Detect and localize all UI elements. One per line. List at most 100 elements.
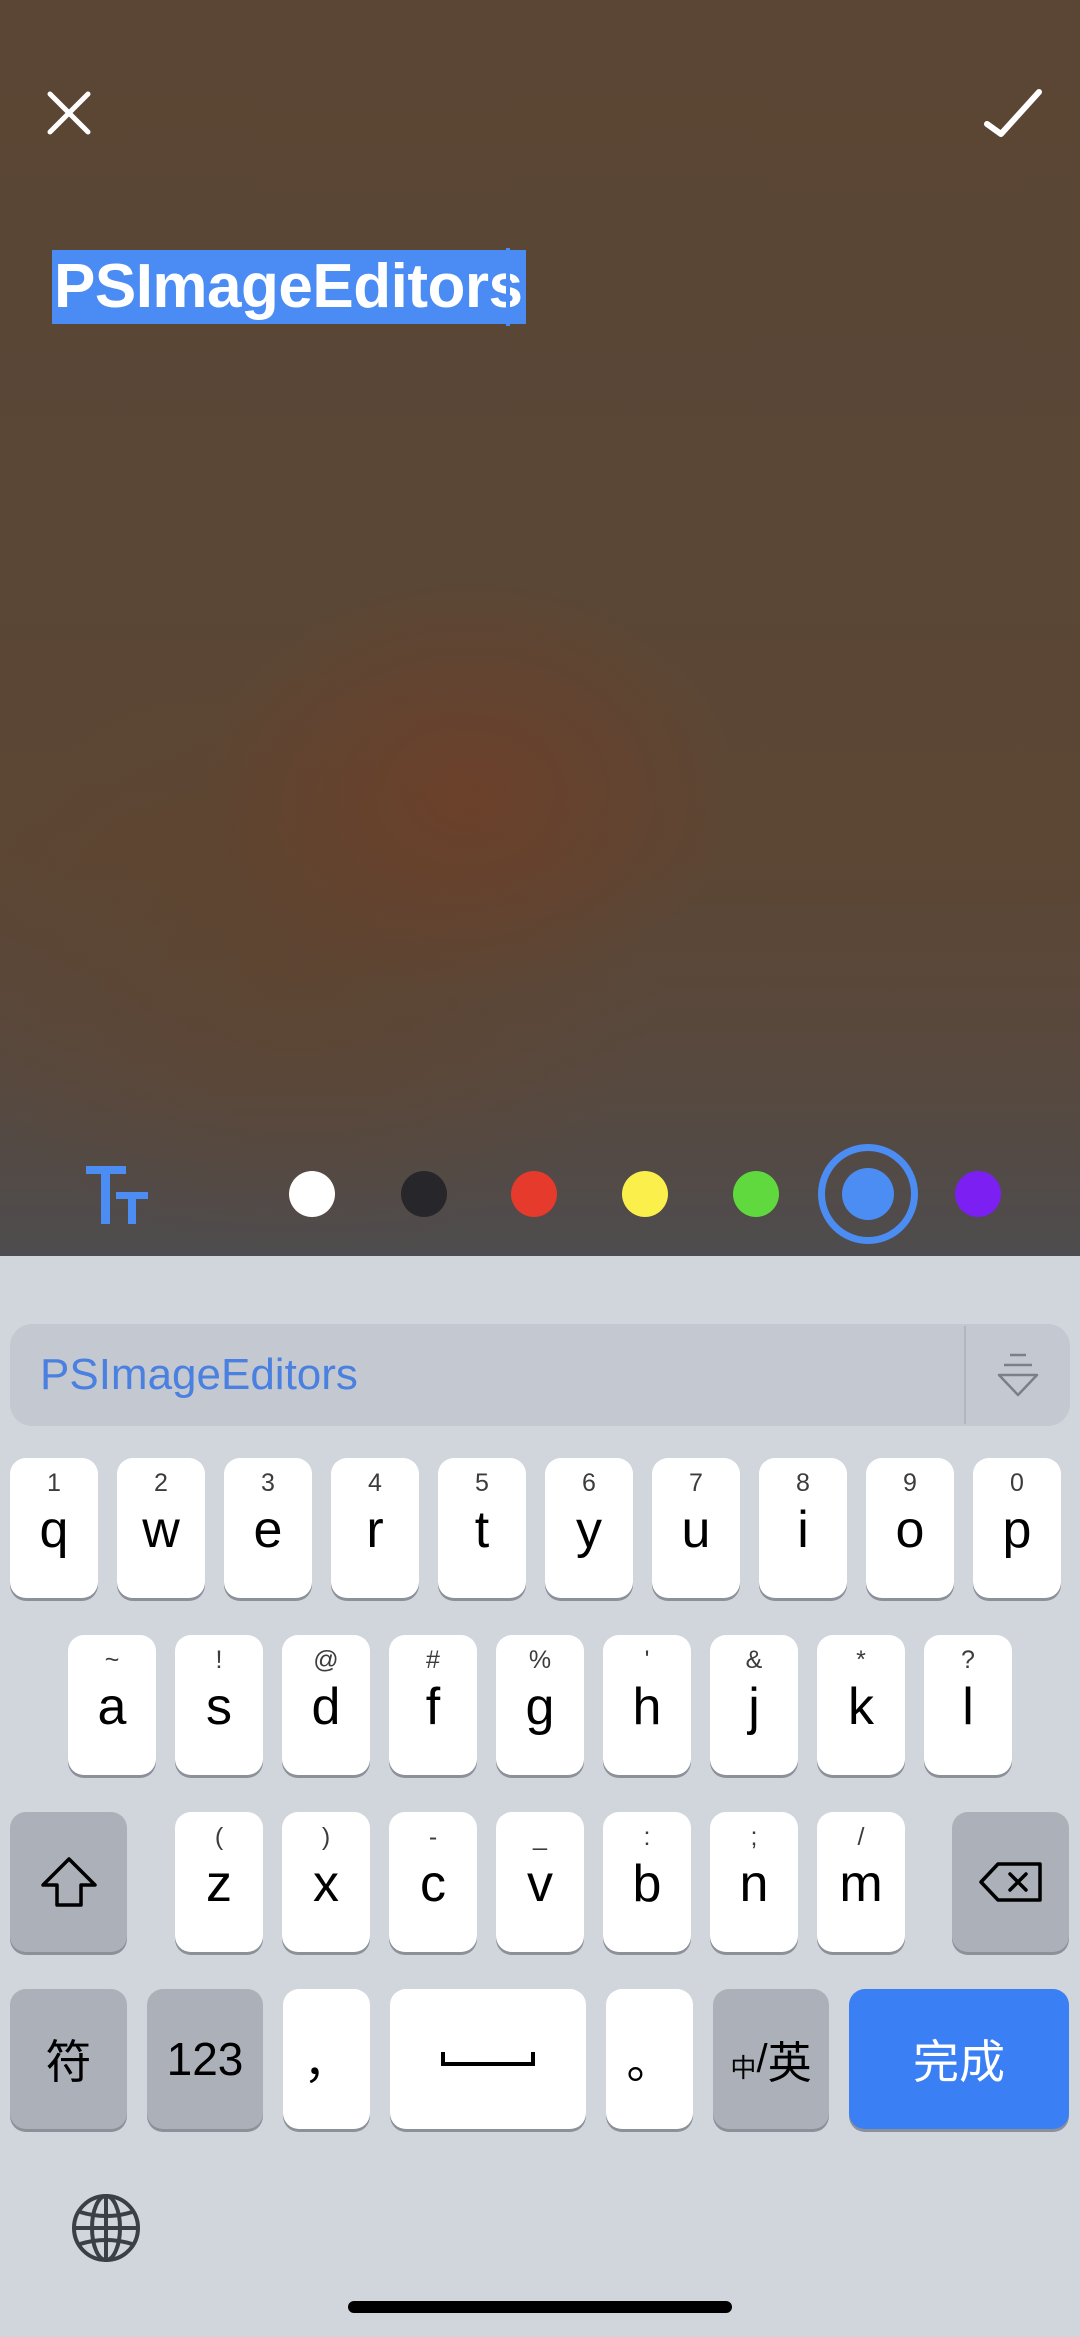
- key-i[interactable]: 8i: [759, 1458, 847, 1598]
- key-label: a: [97, 1678, 127, 1736]
- key-e[interactable]: 3e: [224, 1458, 312, 1598]
- color-yellow[interactable]: [622, 1171, 668, 1217]
- key-p[interactable]: 0p: [973, 1458, 1061, 1598]
- key-v[interactable]: _ v: [496, 1812, 584, 1952]
- caption-text[interactable]: PSImageEditors: [52, 250, 527, 324]
- key-hint: 1: [47, 1469, 61, 1497]
- key-hint: %: [528, 1646, 552, 1674]
- key-hint: #: [426, 1646, 440, 1674]
- key-l[interactable]: ? l: [924, 1635, 1012, 1775]
- key-f[interactable]: # f: [389, 1635, 477, 1775]
- shift-key[interactable]: [10, 1812, 127, 1952]
- key-label: e: [253, 1501, 283, 1559]
- key-hint: /: [857, 1823, 865, 1851]
- key-n[interactable]: ; n: [710, 1812, 798, 1952]
- color-white[interactable]: [289, 1171, 335, 1217]
- key-m[interactable]: / m: [817, 1812, 905, 1952]
- key-k[interactable]: * k: [817, 1635, 905, 1775]
- key-a[interactable]: ~ a: [68, 1635, 156, 1775]
- collapse-keyboard-button[interactable]: [966, 1324, 1070, 1426]
- text-cursor: [506, 248, 510, 326]
- key-label: f: [425, 1678, 441, 1736]
- backspace-key[interactable]: [952, 1812, 1069, 1952]
- backspace-icon: [978, 1862, 1042, 1902]
- key-hint: 5: [475, 1469, 489, 1497]
- suggestion-bar: PSImageEditors: [10, 1324, 1070, 1426]
- key-h[interactable]: ' h: [603, 1635, 691, 1775]
- done-key[interactable]: 完成: [849, 1989, 1069, 2129]
- comma-label: ，: [303, 2036, 350, 2088]
- chevron-down-icon: [997, 1353, 1039, 1397]
- color-blue-selected[interactable]: [818, 1144, 918, 1244]
- key-s[interactable]: ! s: [175, 1635, 263, 1775]
- key-label: v: [527, 1855, 553, 1913]
- checkmark-icon: [984, 89, 1042, 137]
- key-label: i: [797, 1501, 809, 1559]
- key-label: k: [848, 1678, 874, 1736]
- key-hint: ?: [961, 1646, 975, 1674]
- key-t[interactable]: 5t: [438, 1458, 526, 1598]
- key-label: o: [895, 1501, 925, 1559]
- key-label: r: [366, 1501, 384, 1559]
- key-c[interactable]: -c: [389, 1812, 477, 1952]
- key-label: q: [39, 1501, 69, 1559]
- text-size-button[interactable]: [82, 1162, 154, 1228]
- color-red[interactable]: [511, 1171, 557, 1217]
- key-g[interactable]: % g: [496, 1635, 584, 1775]
- key-hint: @: [313, 1646, 339, 1674]
- period-key[interactable]: 。: [606, 1989, 693, 2129]
- key-hint: 0: [1010, 1469, 1024, 1497]
- key-hint: !: [215, 1646, 223, 1674]
- key-y[interactable]: 6y: [545, 1458, 633, 1598]
- key-label: y: [576, 1501, 602, 1559]
- lang-small-label: 中: [730, 2052, 757, 2083]
- key-label: t: [474, 1501, 490, 1559]
- key-b[interactable]: :b: [603, 1812, 691, 1952]
- key-hint: 9: [903, 1469, 917, 1497]
- key-q[interactable]: 1q: [10, 1458, 98, 1598]
- key-label: z: [206, 1855, 232, 1913]
- keyboard: PSImageEditors 1q2w3e4r5t6y7u8i9o0p ~ a! s…: [0, 1256, 1080, 2337]
- key-hint: ;: [750, 1823, 758, 1851]
- key-hint: 2: [154, 1469, 168, 1497]
- color-purple[interactable]: [955, 1171, 1001, 1217]
- key-hint: (: [214, 1823, 224, 1851]
- key-hint: &: [745, 1646, 763, 1674]
- key-w[interactable]: 2w: [117, 1458, 205, 1598]
- space-key[interactable]: [390, 1989, 586, 2129]
- suggestion-candidate[interactable]: PSImageEditors: [40, 1324, 358, 1426]
- key-z[interactable]: (z: [175, 1812, 263, 1952]
- key-label: p: [1002, 1501, 1032, 1559]
- language-switch-key[interactable]: 中 / 英: [713, 1989, 829, 2129]
- key-j[interactable]: & j: [710, 1635, 798, 1775]
- key-label: h: [632, 1678, 662, 1736]
- close-button[interactable]: [24, 68, 114, 158]
- close-icon: [47, 91, 91, 135]
- key-u[interactable]: 7u: [652, 1458, 740, 1598]
- key-label: w: [142, 1501, 180, 1559]
- period-label: 。: [626, 2036, 673, 2088]
- color-black[interactable]: [401, 1171, 447, 1217]
- symbols-key[interactable]: 符: [10, 1989, 127, 2129]
- key-label: l: [962, 1678, 974, 1736]
- lang-slash-label: /: [756, 2036, 768, 2081]
- comma-key[interactable]: ，: [283, 1989, 370, 2129]
- key-hint: *: [856, 1646, 866, 1674]
- numbers-key[interactable]: 123: [147, 1989, 263, 2129]
- key-hint: -: [428, 1823, 438, 1851]
- key-hint: ): [321, 1823, 331, 1851]
- confirm-button[interactable]: [968, 68, 1058, 158]
- lang-large-label: 英: [767, 2039, 812, 2088]
- globe-button[interactable]: [70, 2192, 142, 2264]
- key-label: c: [420, 1855, 446, 1913]
- key-hint: 3: [261, 1469, 275, 1497]
- key-d[interactable]: @ d: [282, 1635, 370, 1775]
- key-x[interactable]: ) x: [282, 1812, 370, 1952]
- color-blue: [842, 1168, 894, 1220]
- key-o[interactable]: 9o: [866, 1458, 954, 1598]
- key-hint: :: [643, 1823, 651, 1851]
- shift-arrow-icon: [40, 1857, 97, 1907]
- key-r[interactable]: 4r: [331, 1458, 419, 1598]
- key-hint: _: [533, 1823, 547, 1851]
- color-green[interactable]: [733, 1171, 779, 1217]
